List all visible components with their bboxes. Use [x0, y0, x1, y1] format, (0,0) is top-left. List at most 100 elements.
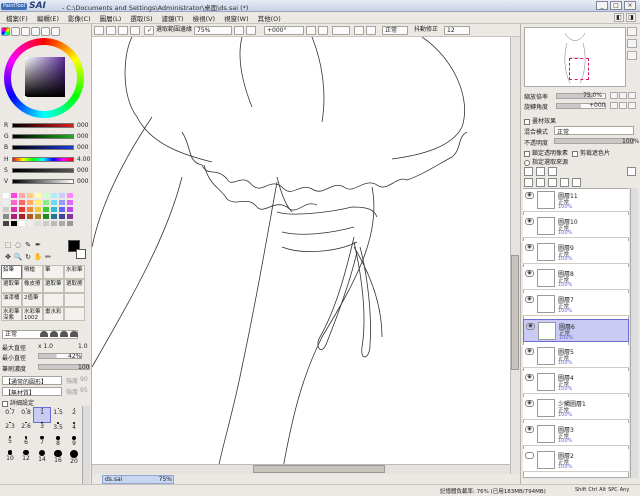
toolbar-btn[interactable] — [130, 26, 140, 35]
green-slider[interactable] — [12, 134, 74, 139]
brush-size-preset[interactable]: 7 — [34, 436, 50, 450]
zoom-button[interactable] — [619, 92, 627, 99]
zoom-icon[interactable]: 🔍 — [13, 252, 23, 262]
color-swatch[interactable] — [50, 206, 58, 213]
blue-slider[interactable] — [12, 145, 74, 150]
nav-button[interactable] — [627, 39, 637, 48]
color-swatch[interactable] — [66, 213, 74, 220]
brush-size-scrollbar[interactable] — [82, 406, 90, 488]
new-folder-icon[interactable] — [536, 167, 545, 176]
color-swatch[interactable] — [50, 192, 58, 199]
color-swatch[interactable] — [2, 206, 10, 213]
brush-size-preset[interactable]: 0.7 — [2, 408, 18, 422]
color-swatch[interactable] — [34, 220, 42, 227]
layer-row[interactable]: ◉ 圖層4 正常 100% — [523, 371, 629, 394]
texture-select[interactable]: 【無材質】 — [2, 387, 62, 397]
brush-tool-slot[interactable]: 選取筆 — [1, 279, 22, 293]
color-swatch[interactable] — [2, 220, 10, 227]
layer-row[interactable]: ◉ 圖層8 正常 100% — [523, 267, 629, 290]
maximize-button[interactable]: □ — [610, 1, 622, 10]
color-swatch[interactable] — [10, 220, 18, 227]
view-mode-select[interactable]: 正常 — [382, 26, 408, 35]
brush-tool-slot[interactable] — [64, 307, 85, 321]
color-swatch[interactable] — [50, 213, 58, 220]
color-swatch[interactable] — [34, 213, 42, 220]
rotate-button[interactable] — [628, 102, 636, 109]
tip-shape-icon[interactable] — [40, 331, 48, 337]
menu-window[interactable]: 視窗(W) — [224, 13, 249, 23]
color-swatch[interactable] — [18, 220, 26, 227]
brush-size-preset[interactable]: 16 — [50, 450, 66, 464]
color-swatch[interactable] — [10, 213, 18, 220]
color-swatch[interactable] — [10, 192, 18, 199]
zoom-select[interactable]: 75% — [194, 26, 232, 35]
brush-tool-slot[interactable]: 選取擦 — [64, 279, 85, 293]
color-swatch[interactable] — [26, 220, 34, 227]
color-swatch[interactable] — [42, 220, 50, 227]
color-swatch[interactable] — [58, 199, 66, 206]
brush-size-preset[interactable]: 1.5 — [50, 408, 66, 422]
brush-size-preset[interactable]: 4 — [66, 422, 82, 436]
magic-wand-icon[interactable]: ✎ — [23, 240, 33, 250]
rgb-slider-tab[interactable] — [11, 27, 20, 36]
flip-button[interactable] — [366, 26, 376, 35]
brush-tool-slot[interactable]: 2值筆 — [22, 293, 43, 307]
brush-tool-slot[interactable] — [43, 293, 64, 307]
eye-icon[interactable]: ◉ — [525, 270, 534, 277]
color-swatch[interactable] — [2, 213, 10, 220]
saturation-value-square[interactable] — [25, 57, 65, 97]
color-swatch[interactable] — [10, 199, 18, 206]
toolbar-btn[interactable] — [94, 26, 104, 35]
gradation-tab[interactable] — [31, 27, 40, 36]
tip-shape-icon[interactable] — [70, 331, 78, 337]
layer-row[interactable]: ◉ 圖層7 正常 100% — [523, 293, 629, 316]
max-size-multiplier[interactable]: x 1.0 — [38, 343, 53, 350]
stabilizer-select[interactable]: 12 — [444, 26, 470, 35]
color-wheel-tab[interactable] — [1, 27, 10, 36]
brush-tool-slot[interactable] — [64, 293, 85, 307]
color-swatch[interactable] — [42, 192, 50, 199]
zoom-button[interactable] — [628, 92, 636, 99]
background-color[interactable] — [76, 249, 86, 259]
layer-row[interactable]: ◉ 圖層3 正常 100% — [523, 423, 629, 446]
brush-tool-slot[interactable]: 水彩筆 1002 — [22, 307, 43, 321]
menu-image[interactable]: 影像(C) — [68, 13, 91, 23]
brush-tool-slot[interactable]: 筆 — [43, 265, 64, 279]
close-button[interactable]: × — [624, 1, 636, 10]
brush-size-preset[interactable]: 9 — [66, 436, 82, 450]
toolbar-btn[interactable] — [118, 26, 128, 35]
rotation-select[interactable]: +000° — [264, 26, 304, 35]
nav-button[interactable] — [627, 51, 637, 60]
color-swatch[interactable] — [58, 213, 66, 220]
menu-other[interactable]: 其他(O) — [258, 13, 281, 23]
new-linework-layer-icon[interactable] — [548, 167, 557, 176]
menu-file[interactable]: 檔案(F) — [6, 13, 28, 23]
eye-icon[interactable]: ◉ — [525, 374, 534, 381]
red-slider[interactable] — [12, 123, 74, 128]
color-swatch[interactable] — [18, 192, 26, 199]
rotate-icon[interactable]: ↻ — [23, 252, 33, 262]
color-swatch[interactable] — [58, 192, 66, 199]
color-swatch[interactable] — [66, 220, 74, 227]
color-swatch[interactable] — [26, 206, 34, 213]
color-swatch[interactable] — [66, 199, 74, 206]
protect-alpha-toggle[interactable]: 鎖定透明像素 — [524, 148, 568, 157]
zoom-button[interactable] — [610, 92, 618, 99]
color-swatch[interactable] — [50, 220, 58, 227]
color-swatch[interactable] — [18, 199, 26, 206]
tip-shape-icon[interactable] — [50, 331, 58, 337]
color-swatch[interactable] — [42, 206, 50, 213]
rect-select-icon[interactable]: ⬚ — [3, 240, 13, 250]
color-swatch[interactable] — [26, 192, 34, 199]
brush-size-preset[interactable]: 2 — [66, 408, 82, 422]
eye-icon[interactable]: ◉ — [525, 348, 534, 355]
color-swatch[interactable] — [10, 206, 18, 213]
brush-tool-slot[interactable]: 橡皮擦 — [22, 279, 43, 293]
clear-layer-icon[interactable] — [560, 178, 569, 187]
color-swatch[interactable] — [26, 199, 34, 206]
brush-shape-select[interactable]: 【通常的圓形】 — [2, 376, 62, 386]
layer-row[interactable]: 圖層2 正常 100% — [523, 449, 629, 472]
rotate-left-button[interactable] — [306, 26, 316, 35]
copy-layer-icon[interactable] — [524, 178, 533, 187]
color-swatch[interactable] — [50, 199, 58, 206]
